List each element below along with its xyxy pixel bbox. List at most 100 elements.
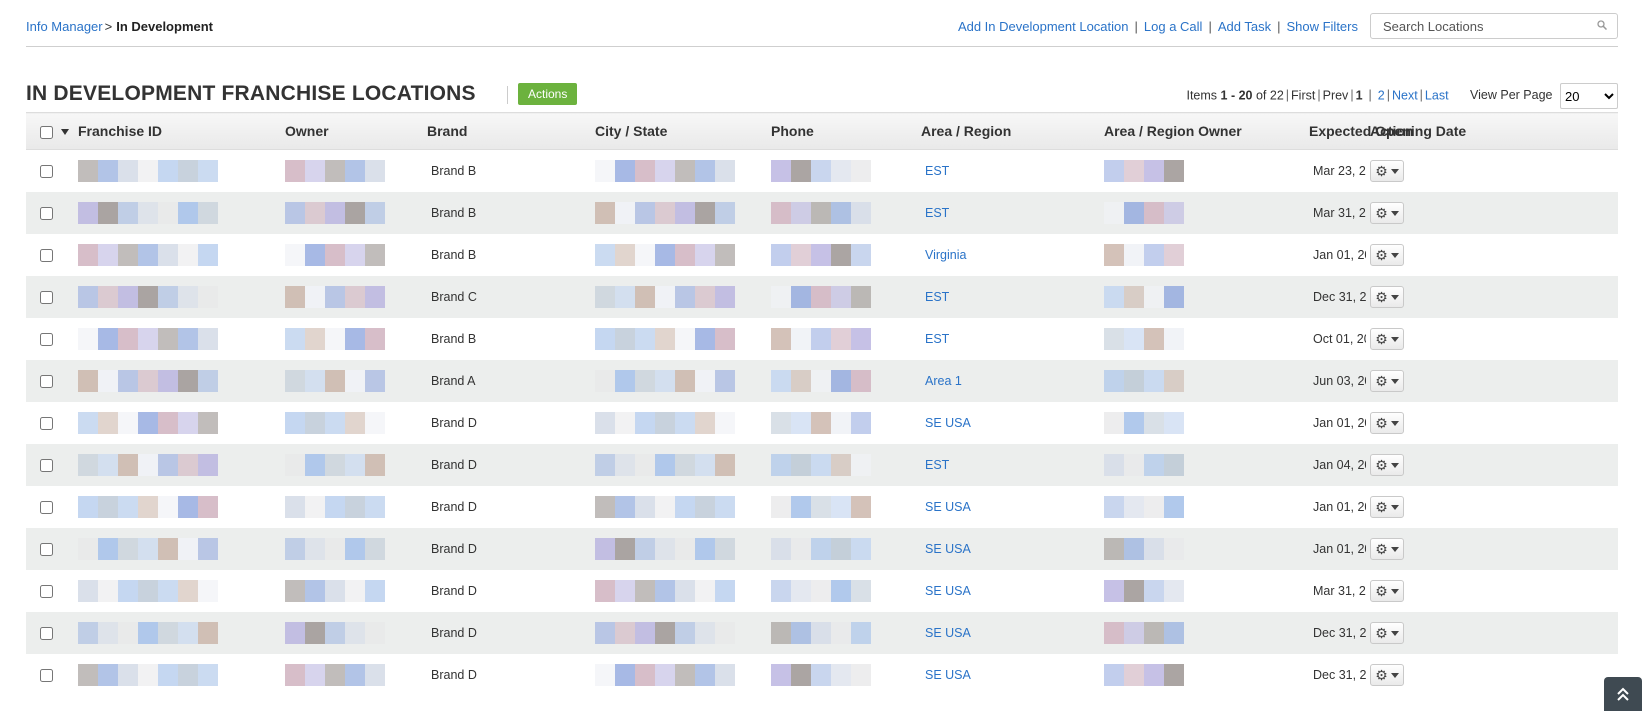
row-checkbox[interactable] (40, 333, 53, 347)
col-area-region-owner[interactable]: Area / Region Owner (1100, 112, 1305, 150)
col-area-region[interactable]: Area / Region (917, 112, 1100, 150)
top-links: Add In Development Location | Log a Call | A… (957, 19, 1358, 34)
row-checkbox[interactable] (40, 291, 53, 305)
table-row[interactable]: Brand B Virginia Jan 01, 2020 ⚙ (26, 234, 1618, 276)
franchise-id-cell[interactable] (74, 402, 281, 444)
table-row[interactable]: Brand B EST Mar 31, 2020 ⚙ (26, 192, 1618, 234)
row-action-button[interactable]: ⚙ (1370, 496, 1404, 518)
area-region-link[interactable]: SE USA (921, 584, 971, 598)
franchise-id-cell[interactable] (74, 528, 281, 570)
col-phone[interactable]: Phone (767, 112, 917, 150)
last-page-link[interactable]: Last (1425, 88, 1449, 102)
area-region-link[interactable]: Virginia (921, 248, 966, 262)
select-all-checkbox[interactable] (40, 125, 53, 139)
page-2-link[interactable]: 2 (1378, 88, 1385, 102)
row-checkbox[interactable] (40, 627, 53, 641)
row-checkbox[interactable] (40, 375, 53, 389)
franchise-id-cell[interactable] (74, 654, 281, 696)
area-region-link[interactable]: EST (921, 290, 949, 304)
franchise-id-cell[interactable] (74, 234, 281, 276)
show-filters-link[interactable]: Show Filters (1286, 19, 1358, 34)
redacted-value (285, 370, 385, 392)
row-checkbox[interactable] (40, 459, 53, 473)
table-row[interactable]: Brand D SE USA Dec 31, 2022 ⚙ (26, 654, 1618, 696)
row-action-button[interactable]: ⚙ (1370, 160, 1404, 182)
row-action-button[interactable]: ⚙ (1370, 244, 1404, 266)
scroll-to-top-button[interactable] (1604, 677, 1642, 711)
area-region-link[interactable]: SE USA (921, 668, 971, 682)
redacted-value (1104, 202, 1184, 224)
row-checkbox[interactable] (40, 417, 53, 431)
table-row[interactable]: Brand D SE USA Dec 31, 2022 ⚙ (26, 612, 1618, 654)
redacted-value (78, 664, 218, 686)
area-region-owner-cell (1100, 150, 1305, 193)
search-icon[interactable] (1597, 20, 1607, 30)
add-in-development-location-link[interactable]: Add In Development Location (958, 19, 1129, 34)
area-region-link[interactable]: EST (921, 458, 949, 472)
table-row[interactable]: Brand D EST Jan 04, 2021 ⚙ (26, 444, 1618, 486)
franchise-id-cell[interactable] (74, 570, 281, 612)
per-page-select[interactable]: 20 (1560, 83, 1618, 109)
row-action-button[interactable]: ⚙ (1370, 370, 1404, 392)
city-state-cell (591, 444, 767, 486)
franchise-id-cell[interactable] (74, 486, 281, 528)
area-region-link[interactable]: SE USA (921, 416, 971, 430)
franchise-id-cell[interactable] (74, 276, 281, 318)
table-row[interactable]: Brand D SE USA Jan 01, 2020 ⚙ (26, 402, 1618, 444)
row-checkbox[interactable] (40, 207, 53, 221)
franchise-id-cell[interactable] (74, 150, 281, 193)
actions-button[interactable]: Actions (518, 83, 578, 105)
table-row[interactable]: Brand D SE USA Mar 31, 2022 ⚙ (26, 570, 1618, 612)
table-row[interactable]: Brand B EST Mar 23, 2022 ⚙ (26, 150, 1618, 193)
row-action-button[interactable]: ⚙ (1370, 202, 1404, 224)
area-region-link[interactable]: Area 1 (921, 374, 962, 388)
table-row[interactable]: Brand B EST Oct 01, 2022 ⚙ (26, 318, 1618, 360)
redacted-value (78, 286, 218, 308)
col-city-state[interactable]: City / State (591, 112, 767, 150)
row-action-button[interactable]: ⚙ (1370, 538, 1404, 560)
brand-value: Brand B (431, 164, 477, 178)
area-region-link[interactable]: SE USA (921, 542, 971, 556)
row-action-button[interactable]: ⚙ (1370, 454, 1404, 476)
row-checkbox[interactable] (40, 249, 53, 263)
area-region-link[interactable]: SE USA (921, 626, 971, 640)
row-checkbox[interactable] (40, 669, 53, 683)
franchise-id-cell[interactable] (74, 318, 281, 360)
franchise-id-cell[interactable] (74, 192, 281, 234)
table-row[interactable]: Brand C EST Dec 31, 2022 ⚙ (26, 276, 1618, 318)
brand-cell: Brand D (423, 486, 591, 528)
row-action-button[interactable]: ⚙ (1370, 328, 1404, 350)
row-checkbox[interactable] (40, 585, 53, 599)
table-row[interactable]: Brand D SE USA Jan 01, 2020 ⚙ (26, 528, 1618, 570)
table-row[interactable]: Brand D SE USA Jan 01, 2020 ⚙ (26, 486, 1618, 528)
col-brand[interactable]: Brand (423, 112, 591, 150)
franchise-id-cell[interactable] (74, 444, 281, 486)
row-action-button[interactable]: ⚙ (1370, 286, 1404, 308)
chevron-down-icon[interactable] (61, 129, 69, 136)
row-checkbox[interactable] (40, 501, 53, 515)
redacted-value (1104, 286, 1184, 308)
search-input[interactable] (1371, 14, 1605, 38)
area-region-link[interactable]: SE USA (921, 500, 971, 514)
row-action-button[interactable]: ⚙ (1370, 412, 1404, 434)
area-region-link[interactable]: EST (921, 206, 949, 220)
col-expected-opening-date[interactable]: Expected Opening Date (1305, 112, 1466, 150)
col-franchise-id[interactable]: Franchise ID (74, 112, 281, 150)
row-action-button[interactable]: ⚙ (1370, 580, 1404, 602)
breadcrumb: Info Manager > In Development (26, 19, 213, 34)
franchise-id-cell[interactable] (74, 612, 281, 654)
area-region-link[interactable]: EST (921, 164, 949, 178)
area-region-link[interactable]: EST (921, 332, 949, 346)
add-task-link[interactable]: Add Task (1218, 19, 1271, 34)
next-page-link[interactable]: Next (1392, 88, 1418, 102)
row-action-button[interactable]: ⚙ (1370, 622, 1404, 644)
row-action-button[interactable]: ⚙ (1370, 664, 1404, 686)
col-owner[interactable]: Owner (281, 112, 423, 150)
table-row[interactable]: Brand A Area 1 Jun 03, 2022 ⚙ (26, 360, 1618, 402)
franchise-id-cell[interactable] (74, 360, 281, 402)
city-state-cell (591, 486, 767, 528)
breadcrumb-info-manager[interactable]: Info Manager (26, 19, 103, 34)
row-checkbox[interactable] (40, 543, 53, 557)
row-checkbox[interactable] (40, 165, 53, 179)
log-a-call-link[interactable]: Log a Call (1144, 19, 1203, 34)
